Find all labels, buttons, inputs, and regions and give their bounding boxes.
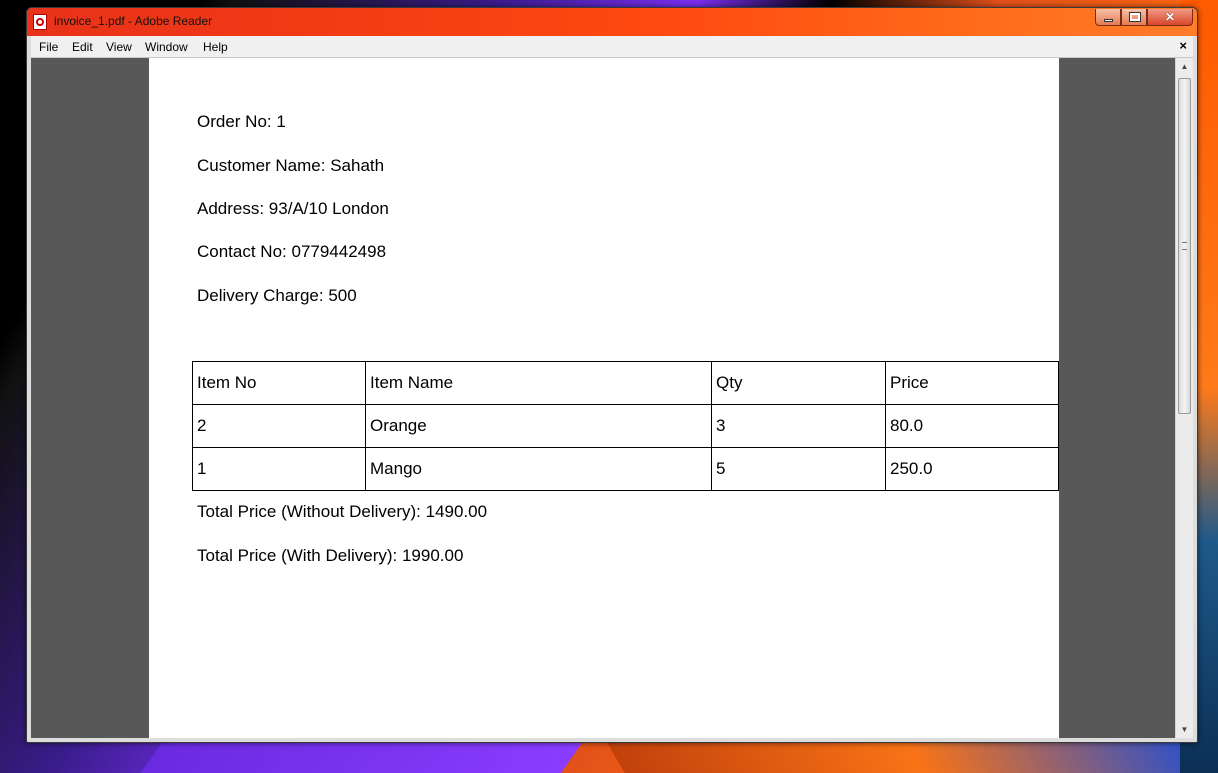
table-cell: 3 xyxy=(711,404,886,448)
menu-bar: File Edit View Window Help × xyxy=(31,36,1193,58)
document-close-icon[interactable]: × xyxy=(1179,38,1187,53)
delivery-charge: Delivery Charge: 500 xyxy=(197,286,357,305)
maximize-button[interactable] xyxy=(1121,9,1147,26)
table-cell: 5 xyxy=(711,447,886,491)
table-header-row: Item No Item Name Qty Price xyxy=(192,361,1059,405)
minimize-button[interactable] xyxy=(1095,9,1121,26)
table-cell: 2 xyxy=(192,404,366,448)
contact-no: Contact No: 0779442498 xyxy=(197,242,387,261)
table-row: 1 Mango 5 250.0 xyxy=(192,447,1059,491)
order-no: Order No: 1 xyxy=(197,112,286,131)
menu-window[interactable]: Window xyxy=(145,40,188,54)
vertical-scrollbar[interactable]: ▲ ▼ xyxy=(1175,58,1193,738)
menu-file[interactable]: File xyxy=(39,40,58,54)
customer-name: Customer Name: Sahath xyxy=(197,156,385,175)
pdf-page: Order No: 1 Customer Name: Sahath Addres… xyxy=(149,58,1059,738)
address: Address: 93/A/10 London xyxy=(197,199,389,218)
items-table: Item No Item Name Qty Price 2 Orange 3 8… xyxy=(192,361,1059,491)
title-bar[interactable]: invoice_1.pdf - Adobe Reader ✕ xyxy=(27,8,1197,36)
pdf-icon xyxy=(33,14,47,30)
table-cell: 1 xyxy=(192,447,366,491)
close-button[interactable]: ✕ xyxy=(1147,9,1193,26)
menu-edit[interactable]: Edit xyxy=(72,40,93,54)
scroll-up-icon[interactable]: ▲ xyxy=(1176,58,1193,75)
table-header-cell: Qty xyxy=(711,361,886,405)
menu-help[interactable]: Help xyxy=(203,40,228,54)
table-header-cell: Item No xyxy=(192,361,366,405)
total-with-delivery: Total Price (With Delivery): 1990.00 xyxy=(197,546,464,565)
window-title: invoice_1.pdf - Adobe Reader xyxy=(54,14,213,28)
total-without-delivery: Total Price (Without Delivery): 1490.00 xyxy=(197,502,488,521)
document-viewport[interactable]: Order No: 1 Customer Name: Sahath Addres… xyxy=(31,58,1175,738)
scroll-thumb[interactable] xyxy=(1178,78,1191,414)
table-cell: 250.0 xyxy=(885,447,1059,491)
maximize-icon xyxy=(1129,12,1141,22)
table-row: 2 Orange 3 80.0 xyxy=(192,404,1059,448)
grip-icon xyxy=(1182,242,1187,250)
table-cell: Orange xyxy=(365,404,712,448)
table-header-cell: Item Name xyxy=(365,361,712,405)
window-controls: ✕ xyxy=(1095,9,1193,26)
adobe-reader-window: invoice_1.pdf - Adobe Reader ✕ File Edit… xyxy=(26,7,1198,743)
close-icon: ✕ xyxy=(1164,10,1176,24)
table-cell: 80.0 xyxy=(885,404,1059,448)
table-cell: Mango xyxy=(365,447,712,491)
scroll-down-icon[interactable]: ▼ xyxy=(1176,721,1193,738)
minimize-icon xyxy=(1104,19,1113,22)
menu-view[interactable]: View xyxy=(106,40,132,54)
table-header-cell: Price xyxy=(885,361,1059,405)
